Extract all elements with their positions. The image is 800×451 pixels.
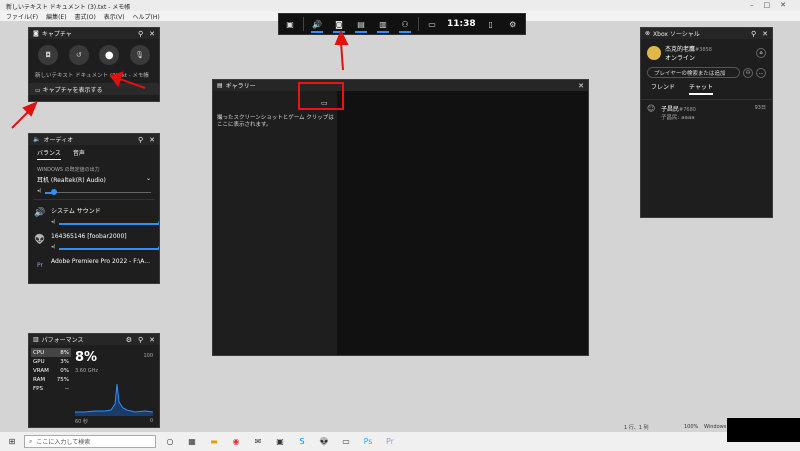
annotation-arrows <box>11 29 349 129</box>
